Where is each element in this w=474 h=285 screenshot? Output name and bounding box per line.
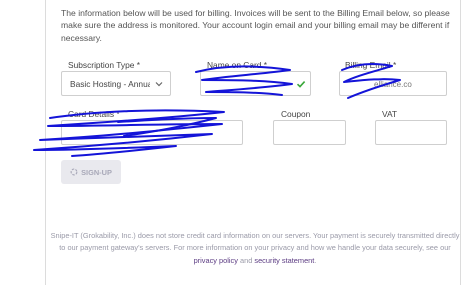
subscription-type-label: Subscription Type * (68, 60, 141, 70)
vat-label: VAT (382, 109, 398, 119)
name-on-card-label: Name on Card * (207, 60, 268, 70)
coupon-input[interactable] (273, 120, 346, 145)
check-icon (296, 81, 306, 88)
sign-up-button[interactable]: SIGN-UP (61, 160, 121, 184)
privacy-policy-link[interactable]: privacy policy (194, 256, 238, 265)
footer-text: Snipe-IT (Grokability, Inc.) does not st… (50, 231, 460, 253)
billing-email-label: Billing Email * (345, 60, 397, 70)
chevron-down-icon (155, 82, 163, 87)
card-details-input[interactable] (61, 120, 243, 145)
payment-security-notice: Snipe-IT (Grokability, Inc.) does not st… (50, 230, 460, 267)
left-border (45, 0, 46, 285)
billing-email-value: elliance.co (374, 80, 412, 89)
subscription-type-select[interactable]: Basic Hosting - Annua (61, 71, 171, 96)
card-details-label: Card Details * (68, 109, 120, 119)
footer-end-text: . (314, 255, 317, 265)
security-statement-link[interactable]: security statement (254, 256, 314, 265)
billing-intro-text: The information below will be used for b… (61, 8, 450, 43)
vat-input[interactable] (375, 120, 447, 145)
coupon-label: Coupon (281, 109, 311, 119)
billing-email-input[interactable]: elliance.co (339, 71, 447, 96)
footer-and-text: and (237, 255, 255, 265)
name-on-card-input[interactable] (200, 71, 311, 96)
sign-up-label: SIGN-UP (81, 167, 112, 177)
spinner-icon (70, 168, 78, 176)
subscription-type-value: Basic Hosting - Annua (70, 79, 150, 89)
right-border (460, 0, 461, 285)
